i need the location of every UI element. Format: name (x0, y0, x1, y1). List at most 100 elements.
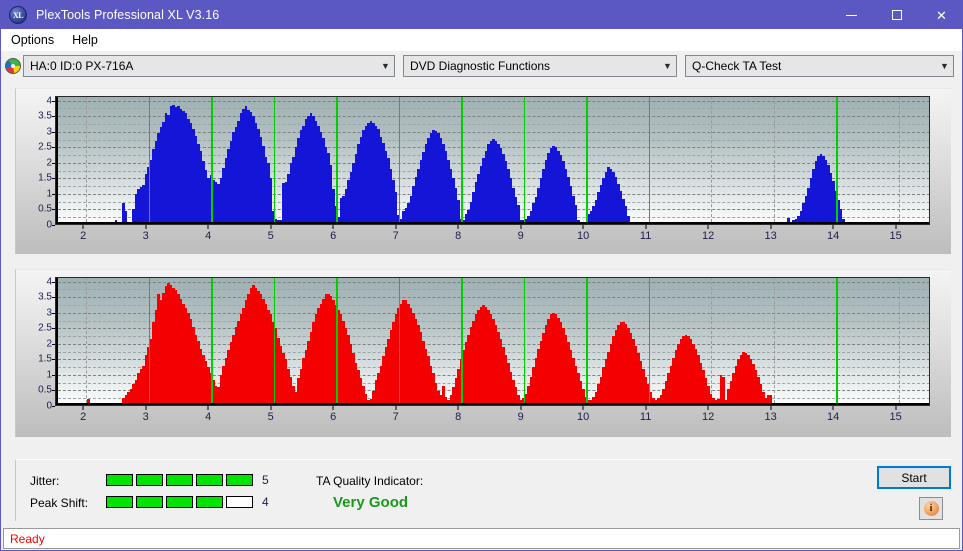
start-button[interactable]: Start (877, 466, 951, 489)
chevron-down-icon: ▼ (381, 60, 390, 71)
x-axis-tick-label: 8 (455, 411, 462, 423)
meter-segment (136, 474, 163, 486)
chevron-down-icon: ▼ (940, 60, 949, 71)
gridline-horizontal-minor (58, 304, 930, 306)
meter-segment (226, 474, 253, 486)
menu-item-options[interactable]: Options (3, 31, 62, 49)
y-axis-tick-label: 3.5 (38, 291, 52, 303)
x-axis-tick-label: 10 (577, 411, 590, 423)
x-axis-tick-label: 4 (205, 230, 212, 242)
gridline-horizontal-minor (58, 108, 930, 110)
title-bar: XL PlexTools Professional XL V3.16 ✕ (1, 1, 962, 29)
x-axis-tick-label: 8 (455, 230, 462, 242)
x-axis-tick-label: 14 (827, 411, 840, 423)
x-axis-tick-label: 15 (889, 230, 902, 242)
y-axis-tick-label: 0 (46, 219, 52, 231)
y-axis-tick-label: 2.5 (38, 141, 52, 153)
x-axis-tick-label: 3 (142, 411, 149, 423)
y-axis-tick-label: 1.5 (38, 172, 52, 184)
chart-marker-line (648, 277, 651, 403)
chart-marker-line (461, 277, 463, 403)
chart-bar (769, 395, 773, 403)
x-axis-tick-mark (707, 406, 709, 410)
gridline-horizontal (58, 100, 930, 102)
jitter-chart-y-axis: 4 3.5 3 2.5 2 1.5 1 0.5 0 (16, 95, 55, 231)
x-axis-tick-mark (395, 406, 397, 410)
gridline-vertical (86, 96, 88, 222)
x-axis-tick-mark (832, 406, 834, 410)
y-axis-tick-label: 3.5 (38, 110, 52, 122)
chart-bar (87, 399, 90, 403)
x-axis-tick-label: 7 (392, 230, 399, 242)
chart-marker-line (398, 96, 401, 222)
gridline-horizontal (58, 116, 930, 118)
x-axis-tick-label: 13 (764, 411, 777, 423)
chart-marker-line (398, 277, 401, 403)
chart-marker-line (523, 277, 526, 403)
x-axis-tick-mark (520, 406, 522, 410)
maximize-icon (891, 10, 902, 20)
meter-segment (196, 496, 223, 508)
y-axis-tick-label: 1 (46, 188, 52, 200)
peak-shift-chart-panel: 4 3.5 3 2.5 2 1.5 1 0.5 0 2 3 4 5 6 7 8 9 10 11 12 13 14 15 (15, 269, 951, 437)
peak-shift-label: Peak Shift: (30, 496, 89, 510)
x-axis-tick-mark (82, 225, 84, 229)
x-axis-tick-mark (270, 406, 272, 410)
x-axis-tick-mark (457, 406, 459, 410)
jitter-label: Jitter: (30, 474, 60, 488)
peak-shift-chart-plot (55, 277, 930, 406)
minimize-button[interactable] (829, 1, 874, 29)
x-axis-tick-mark (520, 225, 522, 229)
info-button[interactable]: i (919, 497, 943, 520)
chart-bar (627, 215, 630, 222)
x-axis-tick-mark (332, 225, 334, 229)
toolbar: HA:0 ID:0 PX-716A ▼ DVD Diagnostic Funct… (1, 51, 962, 82)
menu-item-help[interactable]: Help (64, 31, 106, 49)
y-axis-tick-label: 0.5 (38, 203, 52, 215)
close-button[interactable]: ✕ (919, 1, 962, 29)
chart-bar (787, 218, 790, 222)
meter-segment (106, 496, 133, 508)
maximize-button[interactable] (874, 1, 919, 29)
gridline-horizontal (58, 297, 930, 299)
chart-marker-line (336, 277, 338, 403)
chart-marker-line (461, 96, 463, 222)
quality-indicator-value: Very Good (333, 494, 409, 511)
y-axis-tick-label: 2 (46, 157, 52, 169)
test-select[interactable]: Q-Check TA Test ▼ (685, 55, 954, 77)
function-select[interactable]: DVD Diagnostic Functions ▼ (403, 55, 677, 77)
x-axis-tick-mark (395, 225, 397, 229)
drive-select[interactable]: HA:0 ID:0 PX-716A ▼ (23, 55, 395, 77)
gridline-horizontal-minor (58, 289, 930, 291)
x-axis-tick-mark (895, 225, 897, 229)
chart-marker-line (148, 96, 151, 222)
gridline-horizontal (58, 281, 930, 283)
quality-indicator-label: TA Quality Indicator: (316, 474, 424, 488)
x-axis-tick-mark (207, 406, 209, 410)
x-axis-tick-label: 2 (80, 230, 87, 242)
jitter-chart-plot (55, 96, 930, 225)
x-axis-tick-mark (770, 406, 772, 410)
y-axis-tick-mark (52, 225, 55, 226)
x-axis-tick-label: 14 (827, 230, 840, 242)
menu-bar: Options Help (1, 29, 962, 51)
chart-marker-line (211, 277, 213, 403)
plextools-window: XL PlexTools Professional XL V3.16 ✕ Opt… (0, 0, 963, 551)
gridline-vertical (898, 277, 900, 403)
x-axis-tick-mark (582, 225, 584, 229)
gridline-vertical (773, 96, 775, 222)
jitter-meter (106, 474, 253, 486)
disc-icon (5, 58, 21, 74)
x-axis-tick-mark (895, 406, 897, 410)
peak-shift-meter (106, 496, 253, 508)
drive-select-value: HA:0 ID:0 PX-716A (30, 59, 134, 73)
status-text: Ready (10, 531, 45, 546)
x-axis-tick-label: 9 (517, 230, 524, 242)
chart-marker-line (586, 277, 588, 403)
chart-marker-line (336, 96, 338, 222)
y-axis-tick-label: 2.5 (38, 322, 52, 334)
x-axis-tick-mark (82, 406, 84, 410)
x-axis-tick-label: 6 (330, 411, 337, 423)
y-axis-tick-label: 0.5 (38, 384, 52, 396)
meter-segment (106, 474, 133, 486)
